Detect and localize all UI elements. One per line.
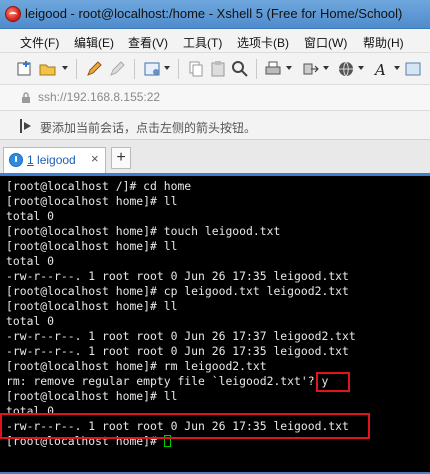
font-icon[interactable]: A bbox=[372, 60, 390, 78]
highlight-confirm-answer bbox=[316, 372, 350, 392]
window-title-bar[interactable]: leigood - root@localhost:/home - Xshell … bbox=[0, 0, 430, 29]
terminal-line: -rw-r--r--. 1 root root 0 Jun 26 17:37 l… bbox=[6, 329, 356, 343]
more-icon[interactable] bbox=[405, 60, 423, 78]
connection-status-icon bbox=[9, 153, 23, 167]
terminal-line: [root@localhost home]# ll bbox=[6, 389, 178, 403]
add-tab-button[interactable]: + bbox=[111, 147, 131, 169]
chevron-down-icon[interactable] bbox=[323, 66, 329, 70]
toolbar-separator bbox=[76, 59, 77, 79]
tab-leigood[interactable]: 1 leigood × bbox=[3, 147, 106, 173]
toolbar-separator bbox=[178, 59, 179, 79]
highlight-remaining-file bbox=[0, 413, 370, 439]
toolbar-separator bbox=[256, 59, 257, 79]
chevron-down-icon[interactable] bbox=[394, 66, 400, 70]
terminal-line: [root@localhost home]# ll bbox=[6, 239, 178, 253]
toolbar-separator bbox=[134, 59, 135, 79]
menu-tabs[interactable]: 选项卡(B) bbox=[237, 34, 289, 51]
transfer-icon[interactable] bbox=[301, 60, 319, 78]
menu-window[interactable]: 窗口(W) bbox=[304, 34, 347, 51]
tab-number: 1 bbox=[27, 153, 34, 167]
chevron-down-icon[interactable] bbox=[62, 66, 68, 70]
hint-text: 要添加当前会话，点击左侧的箭头按钮。 bbox=[40, 121, 257, 135]
close-icon[interactable]: × bbox=[91, 151, 99, 166]
paste-icon[interactable] bbox=[209, 60, 227, 78]
menu-help[interactable]: 帮助(H) bbox=[363, 34, 404, 51]
chevron-down-icon[interactable] bbox=[164, 66, 170, 70]
window-title: leigood - root@localhost:/home - Xshell … bbox=[25, 6, 403, 21]
terminal-line: rm: remove regular empty file `leigood2.… bbox=[6, 374, 329, 388]
add-session-arrow-icon[interactable] bbox=[19, 118, 33, 134]
menu-file[interactable]: 文件(F) bbox=[20, 34, 59, 51]
find-icon[interactable] bbox=[231, 60, 249, 78]
terminal-line: [root@localhost home]# ll bbox=[6, 194, 178, 208]
svg-text:A: A bbox=[373, 61, 386, 78]
terminal-line: total 0 bbox=[6, 314, 55, 328]
chevron-down-icon[interactable] bbox=[358, 66, 364, 70]
menu-edit[interactable]: 编辑(E) bbox=[74, 34, 114, 51]
address-bar[interactable]: ssh://192.168.8.155:22 bbox=[0, 85, 430, 111]
lock-icon bbox=[22, 92, 30, 103]
menu-bar: 文件(F) 编辑(E) 查看(V) 工具(T) 选项卡(B) 窗口(W) 帮助(… bbox=[0, 29, 430, 53]
terminal-line: [root@localhost home]# cp leigood.txt le… bbox=[6, 284, 349, 298]
toolbar: A bbox=[0, 53, 430, 85]
copy-icon[interactable] bbox=[187, 60, 205, 78]
open-folder-icon[interactable] bbox=[39, 60, 57, 78]
new-session-icon[interactable] bbox=[16, 60, 34, 78]
terminal-line: [root@localhost /]# cd home bbox=[6, 179, 192, 193]
terminal-line: total 0 bbox=[6, 254, 55, 268]
properties-pencil-icon[interactable] bbox=[85, 60, 103, 78]
menu-tools[interactable]: 工具(T) bbox=[183, 34, 222, 51]
globe-icon[interactable] bbox=[337, 60, 355, 78]
session-hint-bar: 要添加当前会话，点击左侧的箭头按钮。 bbox=[0, 111, 430, 140]
new-terminal-icon[interactable] bbox=[143, 60, 161, 78]
edit-icon[interactable] bbox=[108, 60, 126, 78]
tab-title: leigood bbox=[37, 153, 76, 167]
terminal-line: -rw-r--r--. 1 root root 0 Jun 26 17:35 l… bbox=[6, 344, 349, 358]
terminal-line: [root@localhost home]# ll bbox=[6, 299, 178, 313]
address-value[interactable]: ssh://192.168.8.155:22 bbox=[38, 90, 160, 104]
menu-view[interactable]: 查看(V) bbox=[128, 34, 168, 51]
chevron-down-icon[interactable] bbox=[286, 66, 292, 70]
tab-bar: 1 leigood × + bbox=[0, 140, 430, 176]
terminal-line: total 0 bbox=[6, 209, 55, 223]
xshell-logo-icon bbox=[5, 6, 21, 22]
terminal-line: [root@localhost home]# touch leigood.txt bbox=[6, 224, 281, 238]
tab-label: 1 leigood bbox=[27, 153, 76, 167]
terminal-line: -rw-r--r--. 1 root root 0 Jun 26 17:35 l… bbox=[6, 269, 349, 283]
print-icon[interactable] bbox=[264, 60, 282, 78]
terminal-line: [root@localhost home]# rm leigood2.txt bbox=[6, 359, 267, 373]
terminal-screen[interactable]: [root@localhost /]# cd home [root@localh… bbox=[0, 176, 430, 474]
